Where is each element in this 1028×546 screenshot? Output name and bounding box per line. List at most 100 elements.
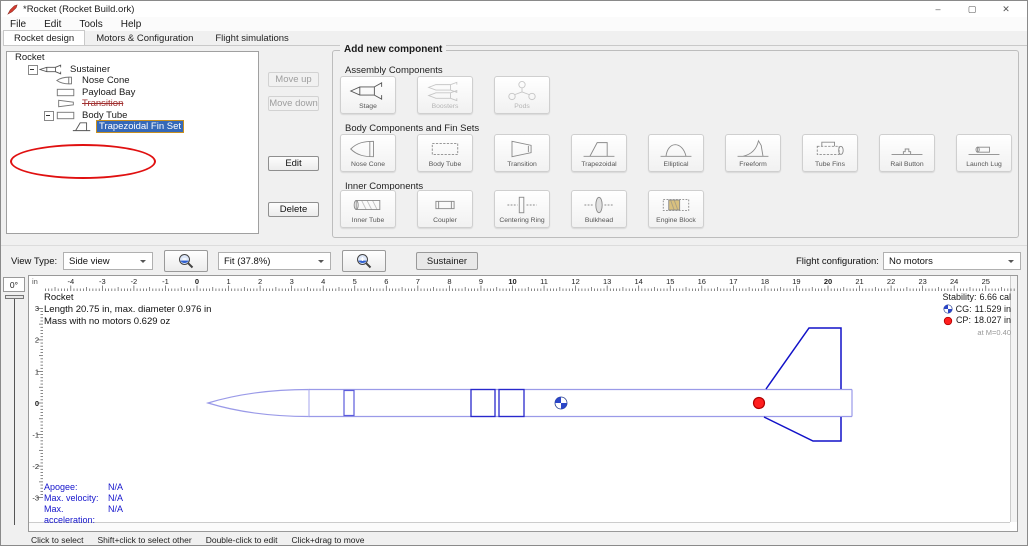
component-button-label: Transition: [507, 161, 537, 169]
component-button-engine-block[interactable]: Engine Block: [648, 190, 704, 228]
component-button-label: Stage: [359, 103, 377, 111]
expander-spacer: [59, 122, 71, 131]
rocket-design-canvas[interactable]: 0° in -4-3-2-101234567891011121314151617…: [1, 275, 1027, 533]
stability-readout: Stability:6.66 calCG:11.529 inCP:18.027 …: [942, 292, 1011, 338]
tree-item-nose-cone[interactable]: Nose Cone: [7, 75, 258, 87]
rotation-slider-handle[interactable]: [5, 295, 24, 299]
stage-toggle-sustainer[interactable]: Sustainer: [416, 252, 478, 270]
vertical-scrollbar[interactable]: [1010, 276, 1017, 522]
tree-item-transition[interactable]: Transition: [7, 98, 258, 110]
design-top-panel: RocketSustainerNose ConePayload BayTrans…: [1, 46, 1027, 245]
view-type-label: View Type:: [11, 256, 57, 267]
tab-rocket-design[interactable]: Rocket design: [3, 30, 85, 45]
component-button-label: Elliptical: [664, 161, 689, 169]
tree-item-label: Transition: [80, 98, 125, 109]
magnifier-plus-icon: [355, 252, 373, 270]
component-button-nose-cone[interactable]: Nose Cone: [340, 134, 396, 172]
menu-item-tools[interactable]: Tools: [70, 19, 111, 30]
expander-minus-icon[interactable]: [43, 111, 55, 120]
tree-item-label: Payload Bay: [80, 87, 137, 98]
cp-marker: [754, 398, 765, 409]
component-button-freeform[interactable]: Freeform: [725, 134, 781, 172]
component-button-tube-fins[interactable]: Tube Fins: [802, 134, 858, 172]
expander-spacer: [43, 76, 55, 85]
maximize-icon[interactable]: ▢: [955, 1, 989, 17]
view-type-select[interactable]: Side view: [63, 252, 153, 270]
component-button-label: Bulkhead: [585, 217, 613, 225]
tree-item-label: Nose Cone: [80, 75, 132, 86]
component-button-label: Body Tube: [429, 161, 462, 169]
menu-item-help[interactable]: Help: [112, 19, 151, 30]
tree-item-rocket[interactable]: Rocket: [7, 52, 258, 64]
component-button-label: Nose Cone: [351, 161, 385, 169]
horizontal-scrollbar[interactable]: [29, 522, 1010, 531]
component-button-rail-button[interactable]: Rail Button: [879, 134, 935, 172]
component-button-label: Trapezoidal: [581, 161, 616, 169]
rocket-dimensions: Length 20.75 in, max. diameter 0.976 in: [44, 304, 211, 316]
delete-button[interactable]: Delete: [268, 202, 319, 217]
rail-button-icon: [887, 136, 927, 161]
tree-item-label: Rocket: [13, 52, 47, 63]
transition-icon: [55, 98, 77, 109]
tab-bar: Rocket designMotors & ConfigurationFligh…: [3, 31, 1027, 46]
tree-item-label: Sustainer: [68, 64, 112, 75]
component-button-inner-tube[interactable]: Inner Tube: [340, 190, 396, 228]
menu-item-edit[interactable]: Edit: [35, 19, 70, 30]
magnifier-minus-icon: [177, 252, 195, 270]
simulation-results: Apogee:N/AMax. velocity:N/AMax. accelera…: [44, 482, 123, 526]
expander-minus-icon[interactable]: [27, 65, 39, 74]
component-button-bulkhead[interactable]: Bulkhead: [571, 190, 627, 228]
tree-item-payload-bay[interactable]: Payload Bay: [7, 87, 258, 99]
group-row-inner-components: Inner Tube Coupler Centering Ring Bulkhead E…: [340, 190, 704, 228]
coupler-icon: [425, 192, 465, 217]
menu-bar: FileEditToolsHelp: [1, 17, 1027, 31]
rocket-info-text: Rocket Length 20.75 in, max. diameter 0.…: [44, 292, 211, 328]
component-button-centering-ring[interactable]: Centering Ring: [494, 190, 550, 228]
tab-motors-configuration[interactable]: Motors & Configuration: [85, 30, 204, 45]
expander-spacer: [43, 88, 55, 97]
tube-icon: [55, 110, 77, 121]
view-toolbar: View Type: Side view Fit (37.8%) Sustain…: [1, 245, 1027, 275]
cg-legend-icon: [943, 304, 953, 314]
flight-configuration-select[interactable]: No motors: [883, 252, 1021, 270]
ruler-unit-label: in: [32, 277, 38, 286]
centering-ring-icon: [502, 192, 542, 217]
zoom-out-button[interactable]: [164, 250, 208, 272]
component-button-label: Engine Block: [656, 217, 696, 225]
pods-icon: [502, 78, 542, 103]
tab-flight-simulations[interactable]: Flight simulations: [204, 30, 299, 45]
zoom-level-select[interactable]: Fit (37.8%): [218, 252, 331, 270]
bulkhead-icon: [579, 192, 619, 217]
component-tree[interactable]: Rocket SustainerNose ConePayload BayTrans…: [6, 51, 259, 234]
component-button-coupler[interactable]: Coupler: [417, 190, 473, 228]
status-hint: Click to select: [31, 535, 83, 545]
stage-icon: [348, 78, 388, 103]
tree-item-sustainer[interactable]: Sustainer: [7, 64, 258, 76]
inner-tube-icon: [348, 192, 388, 217]
flight-configuration-label: Flight configuration:: [796, 256, 879, 267]
component-button-transition[interactable]: Transition: [494, 134, 550, 172]
edit-button[interactable]: Edit: [268, 156, 319, 171]
zoom-in-button[interactable]: [342, 250, 386, 272]
menu-item-file[interactable]: File: [1, 19, 35, 30]
stability-row-cg: CG:11.529 in: [942, 304, 1011, 316]
stability-row-cp: CP:18.027 in: [942, 315, 1011, 327]
group-label-body-components-and-fin-sets: Body Components and Fin Sets: [345, 123, 479, 134]
component-button-stage[interactable]: Stage: [340, 76, 396, 114]
sim-result-apogee: Apogee:N/A: [44, 482, 123, 493]
component-button-label: Inner Tube: [352, 217, 385, 225]
minimize-icon[interactable]: –: [921, 1, 955, 17]
rotation-slider-track[interactable]: [14, 297, 15, 525]
tree-item-trapezoidal-fin-set[interactable]: Trapezoidal Fin Set: [7, 121, 258, 133]
close-icon[interactable]: ✕: [989, 1, 1023, 17]
title-bar: *Rocket (Rocket Build.ork) – ▢ ✕: [1, 1, 1027, 17]
component-button-launch-lug[interactable]: Launch Lug: [956, 134, 1012, 172]
elliptical-icon: [656, 136, 696, 161]
component-button-elliptical[interactable]: Elliptical: [648, 134, 704, 172]
move-down-button: Move down: [268, 96, 319, 111]
body-tube-icon: [425, 136, 465, 161]
rotation-angle-readout: 0°: [3, 277, 25, 292]
component-button-trapezoidal[interactable]: Trapezoidal: [571, 134, 627, 172]
group-label-assembly-components: Assembly Components: [345, 65, 443, 76]
component-button-body-tube[interactable]: Body Tube: [417, 134, 473, 172]
